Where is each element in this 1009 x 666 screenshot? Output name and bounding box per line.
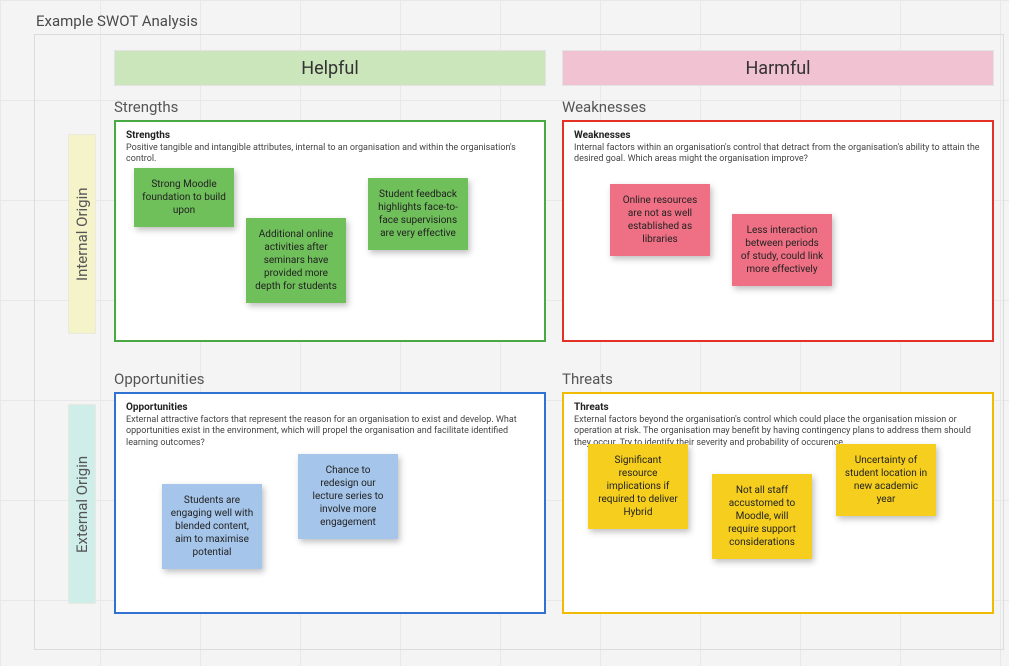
sticky-note[interactable]: Online resources are not as well establi… (610, 184, 710, 256)
sticky-note[interactable]: Student feedback highlights face-to-face… (368, 178, 468, 250)
sticky-note[interactable]: Not all staff accustomed to Moodle, will… (712, 474, 812, 559)
sticky-note[interactable]: Students are engaging well with blended … (162, 484, 262, 569)
quadrant-strengths[interactable]: Strengths Positive tangible and intangib… (114, 120, 546, 342)
sticky-note[interactable]: Less interaction between periods of stud… (732, 214, 832, 286)
sticky-note[interactable]: Chance to redesign our lecture series to… (298, 454, 398, 539)
quadrant-description-opportunities: External attractive factors that represe… (126, 415, 534, 449)
sticky-note[interactable]: Uncertainty of student location in new a… (836, 444, 936, 516)
quadrant-label-threats: Threats (562, 370, 613, 388)
column-header-helpful: Helpful (114, 50, 546, 86)
sticky-note[interactable]: Additional online activities after semin… (246, 218, 346, 303)
quadrant-weaknesses[interactable]: Weaknesses Internal factors within an or… (562, 120, 994, 342)
quadrant-heading-threats: Threats (574, 402, 982, 413)
quadrant-heading-strengths: Strengths (126, 130, 534, 141)
quadrant-label-strengths: Strengths (114, 98, 178, 116)
quadrant-opportunities[interactable]: Opportunities External attractive factor… (114, 392, 546, 614)
row-header-external: External Origin (68, 404, 96, 604)
quadrant-description-weaknesses: Internal factors within an organisation'… (574, 143, 982, 166)
row-header-internal: Internal Origin (68, 134, 96, 334)
diagram-title: Example SWOT Analysis (36, 12, 198, 30)
quadrant-heading-weaknesses: Weaknesses (574, 130, 982, 141)
quadrant-label-opportunities: Opportunities (114, 370, 205, 388)
quadrant-description-strengths: Positive tangible and intangible attribu… (126, 143, 534, 166)
sticky-note[interactable]: Strong Moodle foundation to build upon (134, 168, 234, 227)
sticky-note[interactable]: Significant resource implications if req… (588, 444, 688, 529)
swot-canvas: Example SWOT Analysis Helpful Harmful In… (0, 0, 1009, 666)
quadrant-threats[interactable]: Threats External factors beyond the orga… (562, 392, 994, 614)
quadrant-heading-opportunities: Opportunities (126, 402, 534, 413)
column-header-harmful: Harmful (562, 50, 994, 86)
quadrant-label-weaknesses: Weaknesses (562, 98, 646, 116)
